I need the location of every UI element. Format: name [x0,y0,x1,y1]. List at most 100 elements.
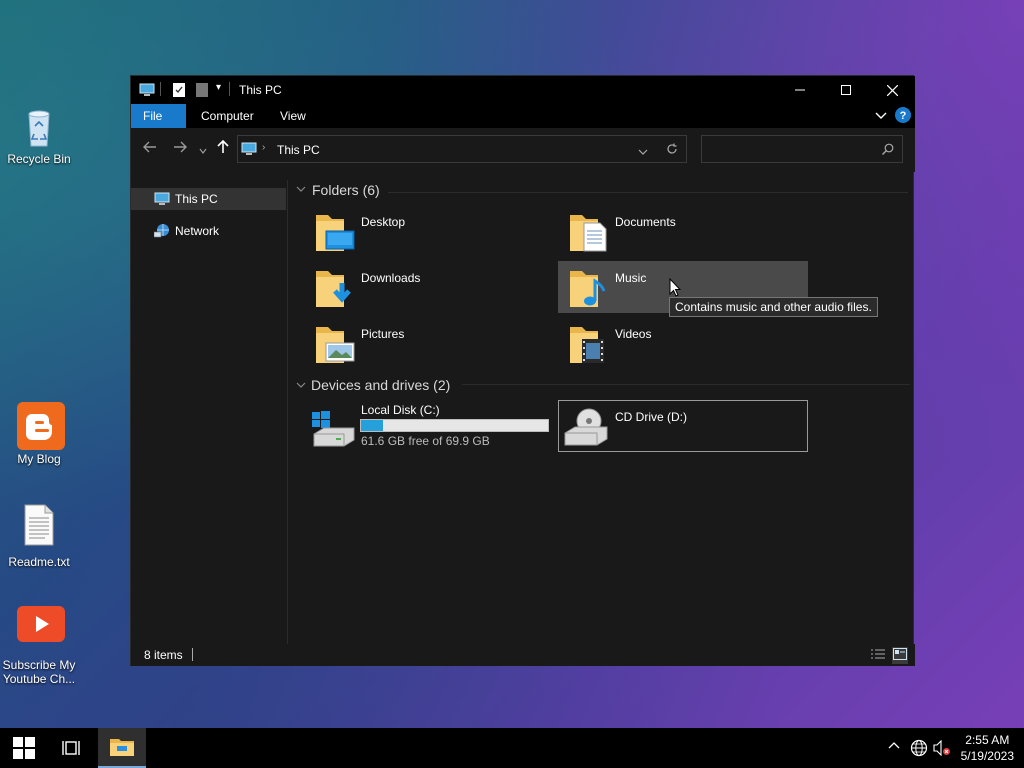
documents-folder-icon [568,209,608,256]
collapse-chevron-icon[interactable] [296,378,311,392]
music-folder-icon [568,265,608,312]
blogger-icon [17,402,65,450]
taskbar-file-explorer[interactable] [98,728,146,768]
search-input[interactable] [701,135,903,163]
address-dropdown-icon[interactable] [638,145,648,159]
taskbar-clock[interactable]: 2:55 AM 5/19/2023 [961,732,1014,764]
file-explorer-window: ▾ This PC File Computer View ? › This PC… [130,75,915,666]
separator [160,82,161,96]
show-hidden-icons-chevron-icon[interactable] [888,740,900,755]
navigation-pane: This PC Network [131,180,288,644]
collapse-chevron-icon[interactable] [296,185,312,196]
computer-icon [241,141,257,160]
network-icon [153,223,170,239]
desktop-icon-label: My Blog [17,452,61,466]
tooltip: Contains music and other audio files. [669,297,878,317]
group-divider [388,192,908,193]
folder-name: Desktop [361,215,406,229]
nav-item-network[interactable]: Network [131,220,286,242]
folder-tile-desktop[interactable]: Desktop [308,205,558,257]
tab-file[interactable]: File [131,104,186,128]
separator [229,82,230,96]
youtube-icon [17,606,65,650]
breadcrumb-chevron-icon[interactable]: › [262,142,265,153]
details-view-icon[interactable] [871,648,885,663]
up-arrow-icon[interactable] [216,139,230,157]
folder-tile-documents[interactable]: Documents [558,205,808,257]
svg-text:?: ? [900,110,907,122]
folder-name: Downloads [361,271,421,285]
tiles-view-icon[interactable] [892,647,908,664]
help-icon[interactable]: ? [895,107,911,126]
folder-name: Pictures [361,327,405,341]
task-view-button[interactable] [48,728,96,768]
volume-muted-icon[interactable] [933,739,951,759]
task-view-icon [62,741,80,755]
computer-icon [154,191,170,207]
desktop-icon-my-blog[interactable]: My Blog [0,402,78,466]
text-file-icon [17,503,61,547]
folder-name: Documents [615,215,676,229]
desktop-icon-label: Recycle Bin [7,152,71,166]
desktop-icon-youtube[interactable]: Subscribe My Youtube Ch... [0,606,78,686]
folder-tile-pictures[interactable]: Pictures [308,317,558,369]
address-row: › This PC [131,128,915,172]
file-explorer-icon [110,739,134,756]
desktop-folder-icon [314,209,356,256]
desktop-icon-recycle-bin[interactable]: Recycle Bin [0,106,78,166]
start-button[interactable] [0,728,48,768]
quick-access-dropdown-icon[interactable]: ▾ [216,82,221,93]
nav-item-this-pc[interactable]: This PC [131,188,286,210]
folder-tile-videos[interactable]: Videos [558,317,808,369]
folder-tile-downloads[interactable]: Downloads [308,261,558,313]
desktop-icon-label: Readme.txt [8,555,70,569]
separator [192,648,193,661]
recent-locations-chevron-icon[interactable] [199,142,207,158]
tab-view[interactable]: View [268,104,318,128]
title-bar: ▾ This PC [131,76,915,104]
maximize-button[interactable] [823,76,869,104]
drive-usage-bar [360,419,549,432]
desktop-icon-readme[interactable]: Readme.txt [0,503,78,569]
drive-free-space: 61.6 GB free of 69.9 GB [361,434,490,448]
search-icon[interactable] [882,143,894,158]
group-header-devices[interactable]: Devices and drives (2) [296,374,450,396]
nav-item-label: Network [175,224,220,238]
desktop-icon-label: Subscribe My Youtube Ch... [2,658,76,686]
drive-usage-fill [361,420,384,431]
drive-tile-local-disk[interactable]: Local Disk (C:) 61.6 GB free of 69.9 GB [308,400,558,452]
network-globe-icon[interactable] [910,739,928,760]
nav-item-label: This PC [175,192,218,206]
ribbon-tabs: File Computer View ? [131,104,915,128]
close-button[interactable] [869,76,915,104]
downloads-folder-icon [314,265,356,312]
properties-icon[interactable] [173,82,185,101]
group-header-folders[interactable]: Folders (6) [296,179,380,201]
computer-icon [139,82,155,101]
cd-drive-icon [563,407,609,450]
back-arrow-icon[interactable] [143,140,157,157]
drive-name: Local Disk (C:) [361,403,440,417]
recycle-bin-icon [17,106,61,150]
refresh-icon[interactable] [666,143,678,158]
breadcrumb[interactable]: This PC [277,143,320,157]
windows-logo-icon [13,737,35,759]
drive-tile-cd-drive[interactable]: CD Drive (D:) [558,400,808,452]
group-title: Folders (6) [312,182,380,198]
forward-arrow-icon[interactable] [173,140,187,157]
minimize-button[interactable] [777,76,823,104]
group-title: Devices and drives (2) [311,377,451,393]
videos-folder-icon [568,321,608,368]
group-divider [462,384,910,385]
clock-date: 5/19/2023 [960,749,1014,763]
status-bar: 8 items [131,644,915,666]
expand-ribbon-icon[interactable] [875,109,887,124]
taskbar: 2:55 AM 5/19/2023 [0,728,1024,768]
item-count: 8 items [144,648,183,662]
clock-time: 2:55 AM [965,733,1010,747]
drive-name: CD Drive (D:) [615,410,687,424]
tab-computer[interactable]: Computer [189,104,266,128]
local-disk-icon [310,410,356,451]
address-bar[interactable]: › This PC [237,135,687,163]
new-folder-icon[interactable] [196,82,208,101]
